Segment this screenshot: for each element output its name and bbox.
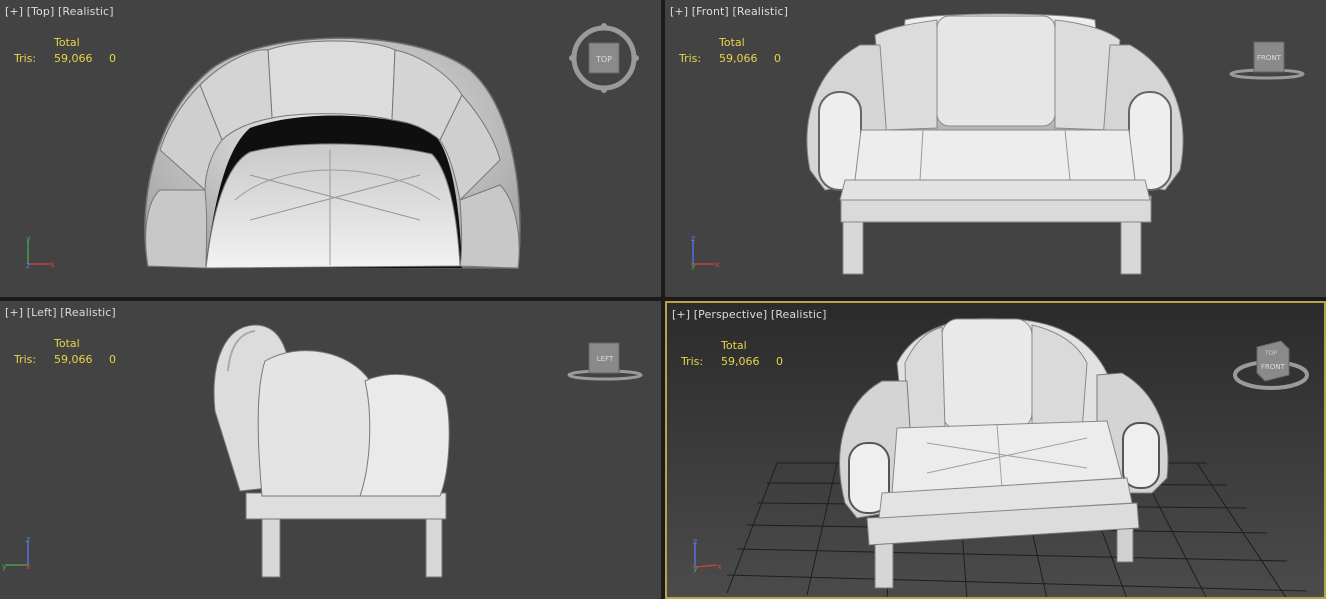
stats-total-label: Total <box>721 339 747 352</box>
stats-total-label: Total <box>54 337 80 350</box>
viewport-view-menu[interactable]: [Top] <box>27 5 55 18</box>
axis-z-label: z <box>693 537 697 546</box>
viewport-shading-menu[interactable]: [Realistic] <box>732 5 788 18</box>
stats-total-label: Total <box>54 36 80 49</box>
viewcube-face <box>1256 340 1290 382</box>
viewcube-top-label[interactable]: TOP <box>1264 350 1277 357</box>
axis-tripod-icon: z x y <box>2 535 31 571</box>
axis-x-label: x <box>717 562 722 571</box>
stats-tris-label: Tris: <box>14 52 37 65</box>
viewport-menu-plus[interactable]: [+] <box>670 5 688 18</box>
viewport-menu-plus[interactable]: [+] <box>672 308 690 321</box>
viewcube-label[interactable]: FRONT <box>1261 363 1286 371</box>
chair-model-top-view[interactable] <box>0 0 661 297</box>
viewport-view-menu[interactable]: [Front] <box>692 5 729 18</box>
viewcube-label[interactable]: LEFT <box>597 355 614 363</box>
viewport-view-menu[interactable]: [Perspective] <box>694 308 768 321</box>
viewport-label: [+] [Perspective] [Realistic] <box>672 308 827 321</box>
viewport-left[interactable]: [+] [Left] [Realistic] Total Tris: 59,06… <box>0 301 661 599</box>
axis-y-label: y <box>2 562 7 571</box>
axis-z-label: z <box>26 261 30 270</box>
viewport-shading-menu[interactable]: [Realistic] <box>60 306 116 319</box>
viewport-label: [+] [Top] [Realistic] <box>5 5 114 18</box>
chair-model-left-view[interactable] <box>0 301 661 599</box>
stats-tris-label: Tris: <box>679 52 702 65</box>
axis-tripod-icon: y z x <box>26 234 55 270</box>
viewport-menu-plus[interactable]: [+] <box>5 306 23 319</box>
stats-selected-value: 0 <box>774 52 781 65</box>
chair-model-perspective-view[interactable] <box>667 303 1326 599</box>
axis-x-label: x <box>50 260 55 269</box>
axis-z-label: z <box>691 234 695 243</box>
viewport-view-menu[interactable]: [Left] <box>27 306 57 319</box>
stats-tris-value: 59,066 <box>54 353 93 366</box>
stats-selected-value: 0 <box>109 353 116 366</box>
axis-y-label: y <box>26 234 31 243</box>
axis-x-label: x <box>715 260 720 269</box>
viewport-shading-menu[interactable]: [Realistic] <box>58 5 114 18</box>
axis-z-label: z <box>26 535 30 544</box>
axis-y-label: y <box>691 261 696 270</box>
axis-x-label: x <box>26 562 31 571</box>
viewport-shading-menu[interactable]: [Realistic] <box>771 308 827 321</box>
stats-total-label: Total <box>719 36 745 49</box>
stats-tris-label: Tris: <box>681 355 704 368</box>
axis-tripod-icon: z y x <box>691 234 720 270</box>
stats-tris-label: Tris: <box>14 353 37 366</box>
viewport-label: [+] [Front] [Realistic] <box>670 5 788 18</box>
viewcube-compass[interactable]: TOP <box>568 20 640 98</box>
viewport-perspective[interactable]: [+] [Perspective] [Realistic] Total Tris… <box>665 301 1326 599</box>
viewcube-compass[interactable]: LEFT <box>565 339 645 383</box>
viewport-label: [+] [Left] [Realistic] <box>5 306 116 319</box>
viewcube-label[interactable]: TOP <box>595 55 612 64</box>
stats-tris-value: 59,066 <box>721 355 760 368</box>
viewport-top[interactable]: [+] [Top] [Realistic] Total Tris: 59,066… <box>0 0 661 297</box>
stats-selected-value: 0 <box>776 355 783 368</box>
axis-y-label: y <box>693 564 698 573</box>
stats-tris-value: 59,066 <box>54 52 93 65</box>
viewcube-compass[interactable]: FRONT <box>1227 38 1307 82</box>
stats-selected-value: 0 <box>109 52 116 65</box>
viewport-menu-plus[interactable]: [+] <box>5 5 23 18</box>
viewport-front[interactable]: [+] [Front] [Realistic] Total Tris: 59,0… <box>665 0 1326 297</box>
axis-tripod-icon: z y x <box>693 537 722 573</box>
stats-tris-value: 59,066 <box>719 52 758 65</box>
viewcube-label[interactable]: FRONT <box>1257 54 1282 62</box>
viewcube-compass[interactable]: TOP FRONT <box>1229 337 1313 397</box>
